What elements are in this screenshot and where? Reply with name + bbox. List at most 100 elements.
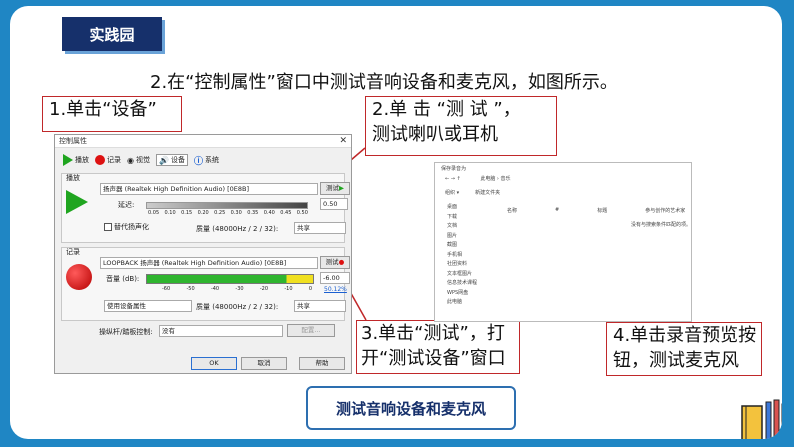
delay-scale: 0.05 0.10 0.15 0.20 0.25 0.30 0.35 0.40 0.45 0.50 (148, 210, 308, 216)
tab-visual[interactable]: ◉ 视觉 (127, 155, 150, 165)
delay-tick: 0.05 (148, 210, 160, 216)
tab-playback-label: 播放 (75, 156, 89, 164)
tab-playback[interactable]: 播放 (63, 154, 89, 166)
volume-tick: -10 (284, 286, 293, 292)
delay-tick: 0.40 (263, 210, 275, 216)
tab-record-label: 记录 (107, 156, 121, 164)
explorer-addressbar: ← → ↑ 此电脑 › 音乐 (445, 175, 691, 182)
record-quality-label: 质量 (48000Hz / 2 / 32): (196, 303, 279, 311)
delay-tick: 0.20 (197, 210, 209, 216)
delay-tick: 0.15 (181, 210, 193, 216)
record-big-icon (66, 264, 92, 290)
delay-tick: 0.45 (280, 210, 292, 216)
slide: 实践园 2.在“控制属性”窗口中测试音响设备和麦克风，如图所示。 1.单击“设备… (10, 6, 782, 439)
sidebar-item-club[interactable]: 社团资料 (447, 260, 497, 270)
explorer-toolbar: 组织 ▾ 新建文件夹 (445, 189, 691, 196)
playback-device-select[interactable]: 扬声器 (Realtek High Definition Audio) [0E8… (100, 183, 318, 195)
volume-tick: 0 (308, 286, 312, 292)
folder-path[interactable]: 此电脑 › 音乐 (480, 176, 510, 182)
play-icon (63, 154, 73, 166)
alt-speaker-label: 替代扬声化 (114, 223, 149, 231)
playback-quality-label: 质量 (48000Hz / 2 / 32): (196, 225, 279, 233)
tab-device-label: 设备 (170, 156, 185, 164)
delay-label: 延迟: (118, 201, 135, 209)
sidebar-item-wps[interactable]: WPS网盘 (447, 289, 497, 299)
playback-test-label: 测试 (326, 184, 339, 192)
explorer-columns: 名称 # 标题 参与创作的艺术家 (507, 207, 691, 214)
save-recording-window: 保存录音为 ← → ↑ 此电脑 › 音乐 组织 ▾ 新建文件夹 桌面 下载 文档… (434, 162, 692, 322)
new-folder-button[interactable]: 新建文件夹 (475, 189, 500, 196)
back-arrow-icon[interactable]: ← → ↑ (445, 176, 461, 182)
alt-speaker-checkbox[interactable]: 替代扬声化 (104, 222, 149, 232)
delay-tick: 0.10 (164, 210, 176, 216)
volume-value-field[interactable]: -6.00 (320, 272, 350, 284)
delay-slider[interactable] (146, 202, 308, 209)
record-share-select[interactable]: 共享 (294, 300, 346, 312)
tab-system[interactable]: ⓘ 系统 (194, 154, 219, 167)
sidebar-item-textbox[interactable]: 文本框图片 (447, 270, 497, 280)
sidebar-item-phone[interactable]: 手机相 (447, 251, 497, 261)
close-icon[interactable]: ✕ (339, 135, 347, 147)
dialog-title: 控制属性 (59, 137, 87, 145)
checkbox-icon (104, 223, 112, 231)
stationery-icon (741, 399, 782, 439)
delay-value-field[interactable]: 0.50 (320, 198, 348, 210)
tab-record[interactable]: 记录 (95, 155, 121, 165)
record-test-label: 测试 (325, 258, 339, 266)
eye-icon: ◉ (127, 155, 134, 165)
record-test-button[interactable]: 测试● (320, 256, 350, 269)
dialog-tabs: 播放 记录 ◉ 视觉 🔊 设备 ⓘ 系统 (55, 152, 351, 168)
record-icon (95, 155, 105, 165)
volume-tick: -30 (235, 286, 244, 292)
playback-big-icon (66, 190, 88, 214)
column-artist[interactable]: 参与创作的艺术家 (645, 207, 685, 214)
tab-visual-label: 视觉 (135, 156, 150, 164)
record-group-label: 记录 (66, 248, 80, 256)
column-number[interactable]: # (555, 207, 559, 214)
config-button[interactable]: 配置... (287, 324, 335, 337)
playback-share-select[interactable]: 共享 (294, 222, 346, 234)
sidebar-item-course[interactable]: 信息技术课程 (447, 279, 497, 289)
organize-menu[interactable]: 组织 ▾ (445, 189, 459, 196)
delay-tick: 0.35 (247, 210, 259, 216)
volume-meter[interactable] (146, 274, 314, 284)
volume-tick: -20 (259, 286, 269, 292)
record-device-select[interactable]: LOOPBACK 扬声器 (Realtek High Definition Au… (100, 257, 318, 269)
sidebar-item-documents[interactable]: 文档 (447, 222, 497, 232)
volume-tick: -50 (186, 286, 195, 292)
playback-group-label: 播放 (66, 174, 80, 182)
tab-device[interactable]: 🔊 设备 (155, 154, 188, 166)
sidebar-item-downloads[interactable]: 下载 (447, 213, 497, 223)
explorer-title: 保存录音为 (441, 166, 467, 172)
tab-system-label: 系统 (204, 156, 219, 164)
delay-tick: 0.50 (296, 210, 308, 216)
sidebar-item-thispc[interactable]: 此电脑 (447, 298, 497, 308)
explorer-titlebar: 保存录音为 (441, 165, 691, 172)
explorer-empty-message: 没有与搜索条件匹配的项。 (631, 222, 692, 228)
play-small-icon: ▶ (339, 184, 344, 192)
record-small-icon: ● (338, 258, 345, 266)
joystick-label: 操纵杆/踏板控制: (99, 328, 153, 336)
volume-percent: 50.12% (324, 286, 347, 293)
ok-button[interactable]: OK (191, 357, 237, 370)
joystick-select[interactable]: 没有 (159, 325, 283, 337)
slide-caption: 测试音响设备和麦克风 (306, 386, 516, 430)
playback-group: 播放 扬声器 (Realtek High Definition Audio) [… (61, 173, 350, 243)
sidebar-item-screenshots[interactable]: 截图 (447, 241, 497, 251)
playback-test-button[interactable]: 测试▶ (320, 182, 350, 195)
delay-tick: 0.30 (230, 210, 242, 216)
sidebar-item-desktop[interactable]: 桌面 (447, 203, 497, 213)
speaker-icon: 🔊 (158, 155, 169, 165)
delay-tick: 0.25 (214, 210, 226, 216)
column-name[interactable]: 名称 (507, 207, 517, 214)
record-group: 记录 LOOPBACK 扬声器 (Realtek High Definition… (61, 247, 350, 321)
sidebar-item-pictures[interactable]: 图片 (447, 232, 497, 242)
cancel-button[interactable]: 取消 (241, 357, 287, 370)
volume-tick: -40 (210, 286, 220, 292)
dialog-titlebar: 控制属性 ✕ (55, 135, 351, 148)
help-button[interactable]: 帮助 (299, 357, 345, 370)
info-icon: ⓘ (193, 156, 203, 167)
column-title[interactable]: 标题 (597, 207, 607, 214)
use-device-select[interactable]: 使用设备属性 (104, 300, 192, 312)
volume-scale: -60 -50 -40 -30 -20 -10 0 (162, 286, 312, 292)
